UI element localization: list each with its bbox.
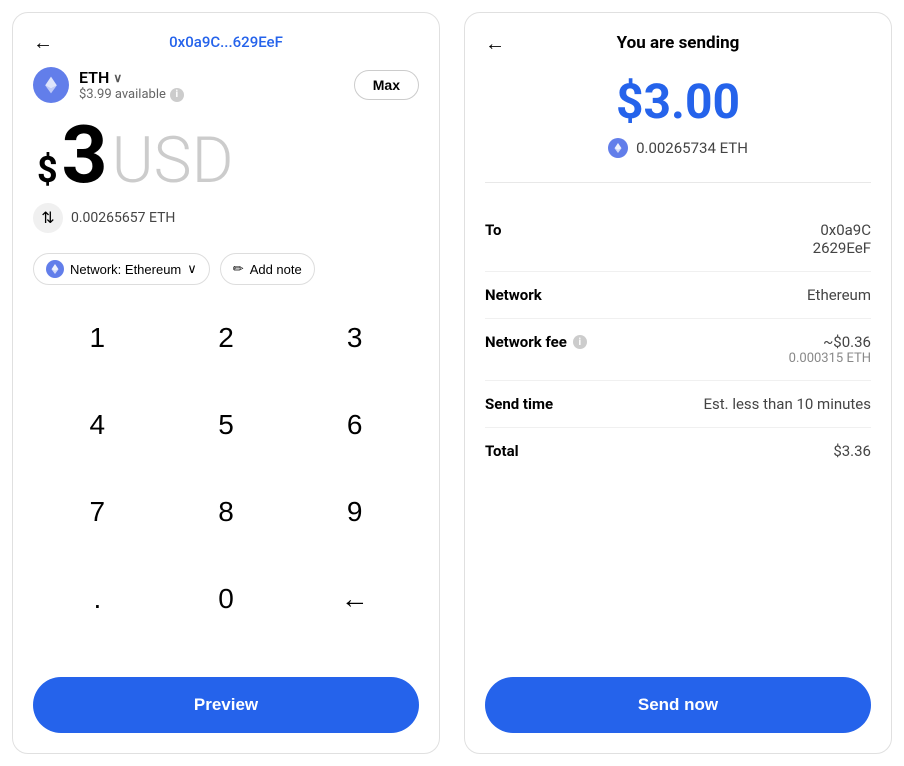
key-dot[interactable]: . xyxy=(33,570,162,628)
wallet-address[interactable]: 0x0a9C...629EeF xyxy=(169,33,283,51)
token-chevron-icon: ∨ xyxy=(113,71,122,85)
send-amount-section: $3.00 0.00265734 ETH xyxy=(485,73,871,183)
amount-currency: USD xyxy=(112,129,234,193)
fee-label-row: Network fee i xyxy=(485,333,587,351)
key-6[interactable]: 6 xyxy=(290,396,419,454)
options-row: Network: Ethereum ∨ ✏ Add note xyxy=(33,253,419,285)
fee-row: Network fee i ~$0.36 0.000315 ETH xyxy=(485,319,871,381)
network-row: Network Ethereum xyxy=(485,272,871,319)
amount-display: $ 3 USD xyxy=(33,115,419,195)
token-name-row[interactable]: ETH ∨ xyxy=(79,68,184,87)
to-row: To 0x0a9C 2629EeF xyxy=(485,207,871,272)
send-eth-icon xyxy=(608,138,628,158)
balance-info-icon[interactable]: i xyxy=(170,88,184,102)
left-header: ← 0x0a9C...629EeF xyxy=(33,33,419,51)
network-detail-label: Network xyxy=(485,286,542,304)
to-address-line2: 2629EeF xyxy=(813,239,871,257)
to-address: 0x0a9C 2629EeF xyxy=(813,221,871,257)
right-back-arrow[interactable]: ← xyxy=(485,31,505,56)
left-panel: ← 0x0a9C...629EeF ETH ∨ $3. xyxy=(12,12,440,754)
pencil-icon: ✏ xyxy=(233,261,244,277)
send-now-button[interactable]: Send now xyxy=(485,677,871,733)
dollar-sign: $ xyxy=(37,149,58,191)
total-row: Total $3.36 xyxy=(485,428,871,474)
key-0[interactable]: 0 xyxy=(162,570,291,628)
key-5[interactable]: 5 xyxy=(162,396,291,454)
page-title: You are sending xyxy=(617,33,740,53)
key-9[interactable]: 9 xyxy=(290,483,419,541)
max-button[interactable]: Max xyxy=(354,70,419,100)
key-3[interactable]: 3 xyxy=(290,309,419,367)
send-time-row: Send time Est. less than 10 minutes xyxy=(485,381,871,428)
eth-amount-text: 0.00265657 ETH xyxy=(71,210,175,226)
key-2[interactable]: 2 xyxy=(162,309,291,367)
key-backspace[interactable]: ← xyxy=(290,570,419,628)
right-header: ← You are sending xyxy=(485,33,871,53)
add-note-label: Add note xyxy=(250,262,302,277)
amount-number: 3 xyxy=(62,115,108,195)
balance-text: $3.99 available xyxy=(79,87,166,102)
fee-info-icon[interactable]: i xyxy=(573,335,587,349)
token-balance: $3.99 available i xyxy=(79,87,184,102)
preview-button[interactable]: Preview xyxy=(33,677,419,733)
send-eth-amount: 0.00265734 ETH xyxy=(485,138,871,158)
fee-eth-value: 0.000315 ETH xyxy=(789,351,871,366)
key-4[interactable]: 4 xyxy=(33,396,162,454)
add-note-button[interactable]: ✏ Add note xyxy=(220,253,315,285)
network-detail-value: Ethereum xyxy=(807,286,871,304)
token-left: ETH ∨ $3.99 available i xyxy=(33,67,184,103)
fee-value-group: ~$0.36 0.000315 ETH xyxy=(789,333,871,366)
network-eth-icon xyxy=(46,260,64,278)
swap-currency-button[interactable]: ⇅ xyxy=(33,203,63,233)
send-eth-text: 0.00265734 ETH xyxy=(636,139,748,157)
send-time-value: Est. less than 10 minutes xyxy=(703,395,871,413)
token-row: ETH ∨ $3.99 available i Max xyxy=(33,67,419,103)
keypad: 1 2 3 4 5 6 7 8 9 . 0 ← xyxy=(33,309,419,657)
to-address-line1: 0x0a9C xyxy=(813,221,871,239)
eth-equiv-row: ⇅ 0.00265657 ETH xyxy=(33,203,419,233)
fee-label: Network fee xyxy=(485,333,567,351)
right-panel: ← You are sending $3.00 0.00265734 ETH T… xyxy=(464,12,892,754)
token-info: ETH ∨ $3.99 available i xyxy=(79,68,184,102)
key-1[interactable]: 1 xyxy=(33,309,162,367)
network-label: Network: Ethereum xyxy=(70,262,181,277)
total-label: Total xyxy=(485,442,519,460)
to-label: To xyxy=(485,221,502,239)
eth-icon xyxy=(33,67,69,103)
send-time-label: Send time xyxy=(485,395,553,413)
key-7[interactable]: 7 xyxy=(33,483,162,541)
token-name-label: ETH xyxy=(79,68,109,87)
network-chevron-icon: ∨ xyxy=(187,261,197,277)
network-button[interactable]: Network: Ethereum ∨ xyxy=(33,253,210,285)
send-usd-amount: $3.00 xyxy=(485,73,871,130)
fee-usd-value: ~$0.36 xyxy=(789,333,871,351)
details-section: To 0x0a9C 2629EeF Network Ethereum Netwo… xyxy=(485,207,871,677)
total-value: $3.36 xyxy=(833,442,871,460)
left-back-arrow[interactable]: ← xyxy=(33,30,53,55)
key-8[interactable]: 8 xyxy=(162,483,291,541)
